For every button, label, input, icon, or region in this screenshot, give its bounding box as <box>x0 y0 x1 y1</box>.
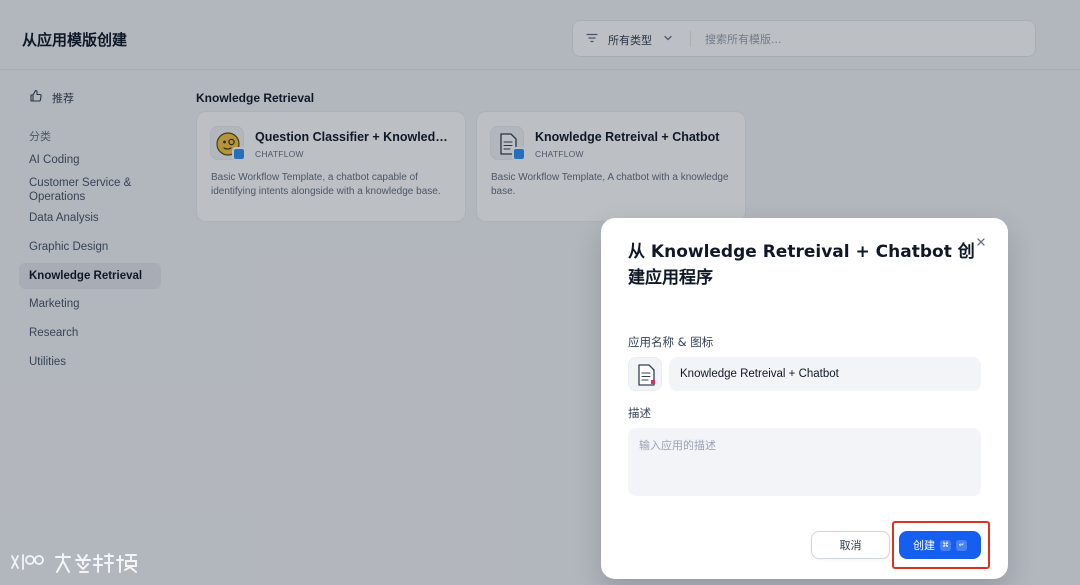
cancel-button[interactable]: 取消 <box>811 531 890 559</box>
description-label: 描述 <box>628 406 651 420</box>
watermark-logo <box>11 553 137 573</box>
app-name-input[interactable] <box>669 357 981 391</box>
document-icon <box>638 364 655 386</box>
app-name-label: 应用名称 & 图标 <box>628 335 714 349</box>
app-icon-picker[interactable] <box>628 357 662 391</box>
dialog-title: 从 Knowledge Retreival + Chatbot 创建应用程序 <box>628 242 975 288</box>
description-input[interactable] <box>628 428 981 496</box>
highlight-annotation-box <box>892 521 990 569</box>
